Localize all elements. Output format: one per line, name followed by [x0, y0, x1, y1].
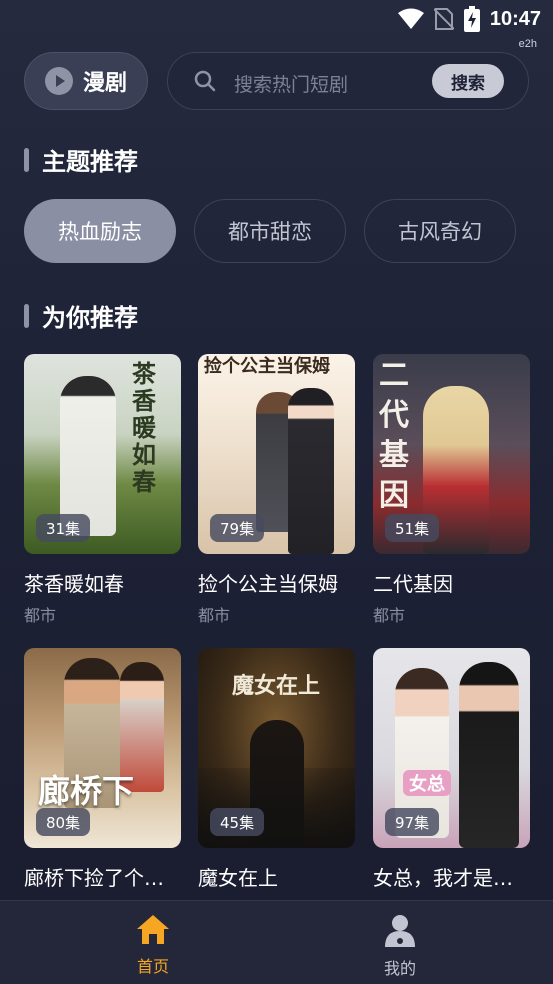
search-input[interactable]: 搜索热门短剧 搜索	[167, 52, 529, 110]
no-sim-icon	[433, 8, 454, 30]
drama-title: 魔女在上	[198, 866, 278, 890]
episode-badge: 51集	[385, 514, 440, 542]
topic-tab-urban-romance[interactable]: 都市甜恋	[194, 199, 346, 263]
poster-title-text: 茶香暖如春	[132, 359, 156, 496]
top-bar: 漫剧 搜索热门短剧 搜索	[24, 52, 529, 112]
search-placeholder: 搜索热门短剧	[234, 74, 349, 96]
comic-drama-label: 漫剧	[82, 71, 127, 96]
drama-card[interactable]: 茶香暖如春 31集 茶香暖如春 都市	[24, 354, 181, 625]
drama-poster[interactable]: 女总 97集	[373, 648, 530, 848]
drama-category: 都市	[24, 606, 57, 625]
topics-title: 主题推荐	[42, 148, 138, 176]
recommend-section-title: 为你推荐	[24, 298, 138, 333]
drama-title: 茶香暖如春	[24, 572, 124, 596]
topics-section-title: 主题推荐	[24, 142, 138, 177]
topic-tabs: 热血励志 都市甜恋 古风奇幻	[24, 199, 516, 263]
episode-badge: 97集	[385, 808, 440, 836]
drama-card[interactable]: 二代基因 51集 二代基因 都市	[373, 354, 530, 625]
section-marker	[24, 147, 29, 172]
status-tag: e2h	[518, 38, 537, 50]
drama-title: 廊桥下捡了个…	[24, 866, 164, 890]
drama-title: 二代基因	[373, 572, 453, 596]
nav-profile[interactable]: 我的	[350, 913, 450, 979]
status-time: 10:47	[489, 7, 541, 30]
status-bar: 10:47 e2h	[0, 0, 553, 50]
episode-badge: 80集	[36, 808, 91, 836]
user-icon	[385, 915, 415, 947]
bottom-nav: 首页 我的	[0, 900, 553, 984]
search-button[interactable]: 搜索	[432, 64, 504, 98]
drama-card[interactable]: 魔女在上 45集 魔女在上	[198, 648, 355, 890]
wifi-icon	[397, 8, 424, 29]
nav-home[interactable]: 首页	[103, 913, 203, 977]
episode-badge: 45集	[210, 808, 265, 836]
battery-charging-icon	[463, 6, 480, 32]
home-icon	[137, 915, 169, 944]
topic-tab-ancient-fantasy[interactable]: 古风奇幻	[364, 199, 516, 263]
drama-poster[interactable]: 二代基因 51集	[373, 354, 530, 554]
recommend-title: 为你推荐	[42, 304, 138, 332]
drama-poster[interactable]: 捡个公主当保姆 79集	[198, 354, 355, 554]
drama-poster[interactable]: 廊桥下 80集	[24, 648, 181, 848]
nav-profile-label: 我的	[383, 959, 416, 978]
drama-poster[interactable]: 魔女在上 45集	[198, 648, 355, 848]
poster-title-text: 二代基因	[379, 358, 477, 513]
drama-title: 女总，我才是…	[373, 866, 513, 890]
section-marker	[24, 303, 29, 328]
episode-badge: 31集	[36, 514, 91, 542]
drama-title: 捡个公主当保姆	[198, 572, 338, 596]
drama-category: 都市	[373, 606, 406, 625]
poster-title-text: 廊桥下	[38, 772, 135, 810]
nav-home-label: 首页	[136, 957, 169, 976]
poster-title-text: 捡个公主当保姆	[204, 356, 330, 377]
episode-badge: 79集	[210, 514, 265, 542]
poster-title-text: 魔女在上	[232, 673, 321, 699]
drama-card[interactable]: 捡个公主当保姆 79集 捡个公主当保姆 都市	[198, 354, 355, 625]
topic-tab-hot-blood[interactable]: 热血励志	[24, 199, 176, 263]
play-icon	[44, 67, 73, 95]
drama-category: 都市	[198, 606, 231, 625]
drama-card[interactable]: 廊桥下 80集 廊桥下捡了个…	[24, 648, 181, 890]
comic-drama-button[interactable]: 漫剧	[24, 52, 148, 110]
drama-poster[interactable]: 茶香暖如春 31集	[24, 354, 181, 554]
poster-title-text: 女总	[403, 770, 451, 796]
search-icon	[194, 70, 216, 92]
drama-card[interactable]: 女总 97集 女总，我才是…	[373, 648, 530, 890]
